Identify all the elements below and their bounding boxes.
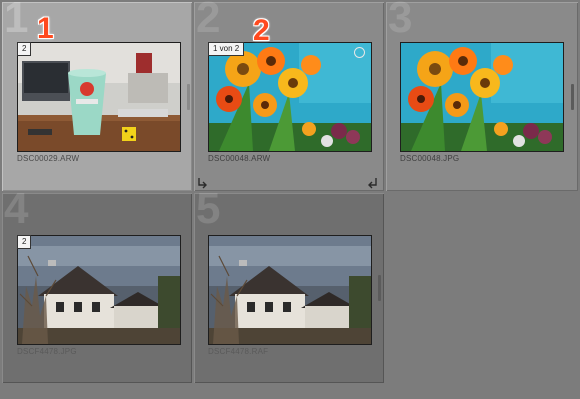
stack-count-badge[interactable]: 1 von 2 [208,42,245,56]
grid-cell-3[interactable]: 3 DSC00048.JPG [386,0,578,191]
unflagged-circle-icon[interactable] [354,47,365,58]
grid-cell-5[interactable]: 5 DSCF4478.RAF [194,187,384,383]
thumbnail-photo-flowers[interactable] [208,42,372,152]
cell-index-number: 3 [388,0,413,42]
filename-label: DSC00048.JPG [400,154,460,163]
cell-index-number: 2 [196,0,221,42]
stack-collapse-right-icon[interactable] [366,177,378,189]
grid-cell-2[interactable]: 2 1 von 2 DSC00048.ARW [194,0,384,191]
photo-house-image [18,236,180,344]
annotation-number-1: 1 [37,12,54,45]
cell-index-number: 5 [196,184,221,233]
cell-index-number: 1 [4,0,29,42]
thumbnail-photo-cup[interactable] [17,42,181,152]
annotation-number-2: 2 [253,14,270,47]
photo-flowers-jpg-image [401,43,563,151]
photo-house-raf-image [209,236,371,344]
stack-grip[interactable] [187,84,190,110]
filename-label: DSC00048.ARW [208,154,271,163]
filename-label: DSCF4478.RAF [208,347,269,356]
stack-count-badge[interactable]: 2 [17,235,32,249]
thumbnail-photo-flowers-jpg[interactable] [400,42,564,152]
stack-collapse-left-icon[interactable] [197,177,209,189]
photo-flowers-image [209,43,371,151]
stack-grip[interactable] [571,84,574,110]
thumbnail-photo-house[interactable] [17,235,181,345]
cell-index-number: 4 [4,184,29,233]
thumbnail-photo-house-raf[interactable] [208,235,372,345]
photo-cup-image [18,43,180,151]
grid-cell-4[interactable]: 4 2 DSCF4478.JPG [2,187,192,383]
filename-label: DSC00029.ARW [17,154,80,163]
grid-cell-1[interactable]: 1 2 DSC00029.ARW [2,0,192,191]
filename-label: DSCF4478.JPG [17,347,77,356]
stack-count-badge[interactable]: 2 [17,42,32,56]
stack-grip[interactable] [378,275,381,301]
grid-view: 1 2 DSC00029.ARW 2 1 von 2 DSC00048.ARW … [0,0,580,399]
